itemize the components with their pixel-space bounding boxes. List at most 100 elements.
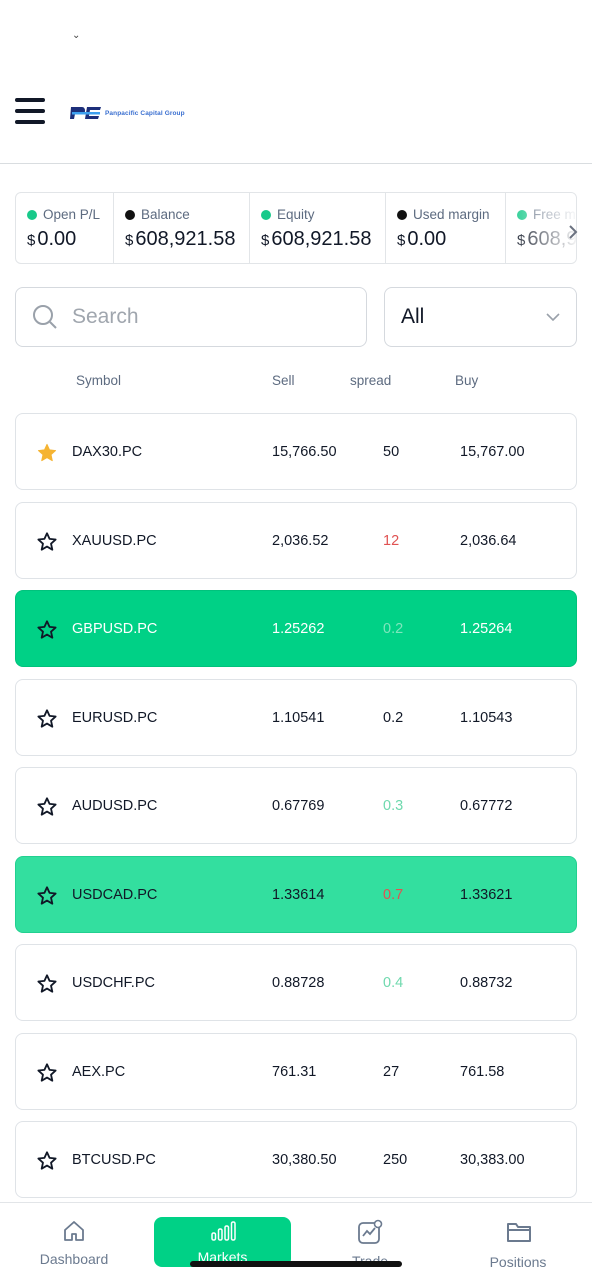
instrument-symbol: XAUUSD.PC xyxy=(72,532,157,549)
instrument-symbol: EURUSD.PC xyxy=(72,709,158,726)
spread-value: 0.4 xyxy=(383,975,404,991)
buy-price[interactable]: 1.25264 xyxy=(460,621,512,637)
markets-icon xyxy=(211,1221,236,1241)
sell-price[interactable]: 15,766.50 xyxy=(272,444,337,460)
column-header-symbol: Symbol xyxy=(76,373,122,388)
chevron-down-icon xyxy=(546,313,560,321)
home-icon xyxy=(64,1221,84,1241)
currency-symbol: $ xyxy=(517,232,526,249)
sell-price[interactable]: 2,036.52 xyxy=(272,533,328,549)
bottom-navigation: Dashboard Markets Trade Positions xyxy=(0,1202,592,1280)
spread-value: 12 xyxy=(383,532,400,549)
summary-label-text: Equity xyxy=(277,207,315,222)
nav-dashboard[interactable]: Dashboard xyxy=(30,1203,118,1280)
status-dot-icon xyxy=(397,209,407,220)
buy-price[interactable]: 761.58 xyxy=(460,1064,504,1080)
star-filled-icon[interactable] xyxy=(36,442,58,464)
status-dot-icon xyxy=(27,209,37,220)
currency-symbol: $ xyxy=(125,232,134,249)
summary-label-text: Free m xyxy=(533,207,576,222)
category-filter-select[interactable]: All xyxy=(384,287,577,347)
summary-cell: Open P/L $0.00 xyxy=(16,193,114,263)
column-header-sell: Sell xyxy=(272,373,295,388)
star-icon[interactable] xyxy=(36,1150,58,1172)
star-icon[interactable] xyxy=(36,973,58,995)
star-icon[interactable] xyxy=(36,885,58,907)
summary-label-text: Used margin xyxy=(413,207,490,222)
currency-symbol: $ xyxy=(397,232,406,249)
trade-icon xyxy=(358,1219,383,1244)
search-field[interactable] xyxy=(15,287,367,347)
summary-value: $608,921.58 xyxy=(261,228,385,251)
star-icon[interactable] xyxy=(36,619,58,641)
spread-value: 0.3 xyxy=(383,798,404,814)
filter-selected-value: All xyxy=(401,305,425,328)
instrument-row[interactable]: USDCHF.PC 0.88728 0.4 0.88732 xyxy=(15,944,577,1021)
spread-value: 0.2 xyxy=(383,709,404,726)
instrument-row[interactable]: DAX30.PC 15,766.50 50 15,767.00 xyxy=(15,413,577,490)
nav-trade[interactable]: Trade xyxy=(330,1203,410,1280)
instrument-row[interactable]: USDCAD.PC 1.33614 0.7 1.33621 xyxy=(15,855,577,933)
instrument-symbol: BTCUSD.PC xyxy=(72,1152,156,1168)
instrument-row[interactable]: GBPUSD.PC 1.25262 0.2 1.25264 xyxy=(15,590,577,667)
spread-value: 0.7 xyxy=(383,886,404,903)
summary-value: $608,921.58 xyxy=(125,228,249,251)
instrument-row[interactable]: AEX.PC 761.31 27 761.58 xyxy=(15,1032,577,1110)
logo-text: Panpacific Capital Group xyxy=(105,109,185,117)
sell-price[interactable]: 761.31 xyxy=(272,1064,316,1080)
sell-price[interactable]: 0.67769 xyxy=(272,798,324,814)
status-dot-icon xyxy=(517,209,527,220)
currency-symbol: $ xyxy=(261,232,270,249)
summary-label-text: Open P/L xyxy=(43,207,101,222)
summary-cell: Free m $608,9 xyxy=(506,193,576,263)
buy-price[interactable]: 1.10543 xyxy=(460,710,512,726)
star-icon[interactable] xyxy=(36,708,58,730)
instrument-symbol: USDCHF.PC xyxy=(72,975,155,991)
folder-icon xyxy=(507,1223,531,1242)
spread-value: 250 xyxy=(383,1152,408,1168)
logo-mark-icon xyxy=(70,105,102,121)
instrument-symbol: AEX.PC xyxy=(72,1063,126,1080)
brand-logo: Panpacific Capital Group xyxy=(70,104,185,122)
sell-price[interactable]: 1.10541 xyxy=(272,710,324,726)
summary-cell: Balance $608,921.58 xyxy=(114,193,250,263)
summary-value: $0.00 xyxy=(397,228,505,251)
nav-markets[interactable]: Markets xyxy=(154,1203,291,1280)
star-icon[interactable] xyxy=(36,531,58,553)
instrument-symbol: DAX30.PC xyxy=(72,444,143,460)
summary-label-text: Balance xyxy=(141,207,190,222)
home-indicator xyxy=(190,1261,402,1267)
buy-price[interactable]: 0.88732 xyxy=(460,975,512,991)
instrument-row[interactable]: BTCUSD.PC 30,380.50 250 30,383.00 xyxy=(15,1121,577,1198)
search-icon xyxy=(33,305,57,329)
sell-price[interactable]: 1.33614 xyxy=(272,887,324,903)
spread-value: 27 xyxy=(383,1063,400,1080)
sell-price[interactable]: 1.25262 xyxy=(272,621,324,637)
instrument-row[interactable]: AUDUSD.PC 0.67769 0.3 0.67772 xyxy=(15,767,577,844)
summary-amount: 608,921.58 xyxy=(271,228,372,250)
status-dot-icon xyxy=(125,209,135,220)
buy-price[interactable]: 2,036.64 xyxy=(460,533,516,549)
star-icon[interactable] xyxy=(36,1062,58,1084)
sell-price[interactable]: 0.88728 xyxy=(272,975,324,991)
star-icon[interactable] xyxy=(36,796,58,818)
instrument-row[interactable]: EURUSD.PC 1.10541 0.2 1.10543 xyxy=(15,678,577,756)
hamburger-menu-icon[interactable] xyxy=(15,98,45,124)
search-input[interactable] xyxy=(72,305,322,329)
instrument-symbol: USDCAD.PC xyxy=(72,886,158,903)
buy-price[interactable]: 30,383.00 xyxy=(460,1152,525,1168)
status-dot-icon xyxy=(261,209,271,220)
instrument-row[interactable]: XAUUSD.PC 2,036.52 12 2,036.64 xyxy=(15,501,577,579)
buy-price[interactable]: 15,767.00 xyxy=(460,444,525,460)
account-summary[interactable]: Open P/L $0.00 Balance $608,921.58 Equity $60… xyxy=(15,192,577,264)
spread-value: 50 xyxy=(383,444,400,460)
buy-price[interactable]: 1.33621 xyxy=(460,887,512,903)
instrument-symbol: GBPUSD.PC xyxy=(72,621,158,637)
nav-positions[interactable]: Positions xyxy=(476,1203,560,1280)
summary-amount: 0.00 xyxy=(407,228,447,250)
sell-price[interactable]: 30,380.50 xyxy=(272,1152,337,1168)
summary-amount: 608,921.58 xyxy=(135,228,236,250)
chevron-right-icon[interactable] xyxy=(568,224,578,245)
buy-price[interactable]: 0.67772 xyxy=(460,798,512,814)
summary-cell: Used margin $0.00 xyxy=(386,193,506,263)
